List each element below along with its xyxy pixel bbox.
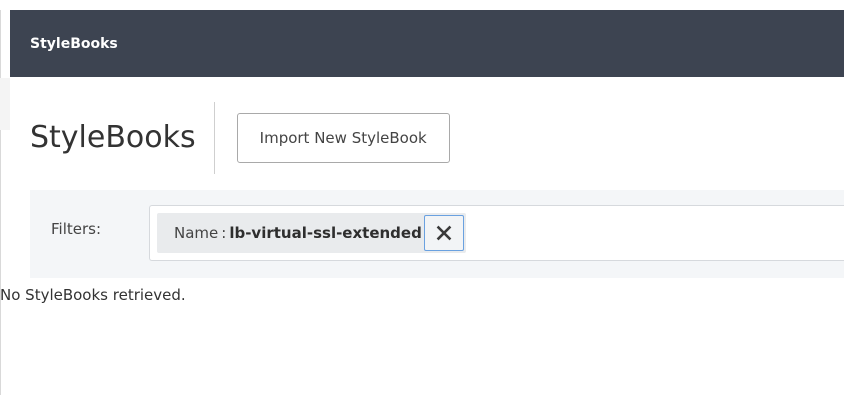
left-border (0, 10, 1, 395)
empty-results-message: No StyleBooks retrieved. (0, 286, 186, 304)
filter-chip-separator: : (221, 224, 227, 242)
filters-label: Filters: (51, 220, 102, 238)
header-title: StyleBooks (30, 35, 118, 52)
remove-filter-button[interactable] (423, 215, 464, 251)
app-header: StyleBooks (10, 10, 844, 77)
import-stylebook-button[interactable]: Import New StyleBook (236, 113, 450, 163)
filter-chip-key: Name (174, 224, 219, 242)
filter-chip-name: Name : lb-virtual-ssl-extended (157, 213, 466, 253)
page-title: StyleBooks (30, 120, 196, 155)
filter-chip-value: lb-virtual-ssl-extended (229, 224, 422, 242)
page-title-row: StyleBooks Import New StyleBook (30, 100, 450, 176)
left-nav-edge (0, 78, 10, 130)
title-divider (213, 102, 215, 174)
top-strip (0, 0, 844, 10)
close-icon (436, 225, 452, 241)
filters-input-box[interactable]: Name : lb-virtual-ssl-extended (149, 205, 844, 261)
filters-panel: Filters: Name : lb-virtual-ssl-extended (30, 190, 844, 278)
